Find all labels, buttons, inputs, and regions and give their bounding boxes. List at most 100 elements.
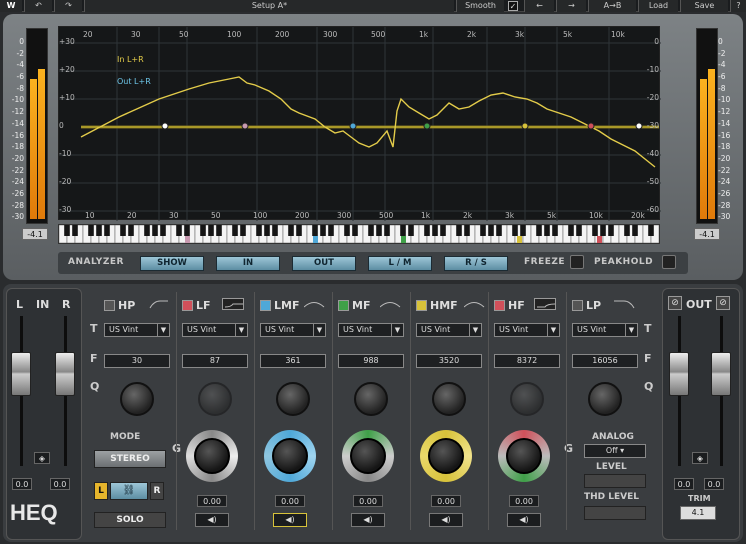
- band-hp-enable[interactable]: [104, 300, 115, 311]
- piano-keys[interactable]: [58, 224, 660, 244]
- piano-black-key[interactable]: [576, 225, 582, 236]
- piano-black-key[interactable]: [568, 225, 574, 236]
- piano-black-key[interactable]: [480, 225, 486, 236]
- bell-shape-icon[interactable]: [464, 298, 486, 310]
- undo-icon[interactable]: ↶: [24, 0, 52, 12]
- input-value-r[interactable]: 0.0: [50, 478, 70, 490]
- piano-black-key[interactable]: [440, 225, 446, 236]
- high-shelf-shape-icon[interactable]: [534, 298, 556, 310]
- piano-black-key[interactable]: [184, 225, 190, 236]
- band-mf-q-knob[interactable]: [354, 382, 388, 416]
- band-lf-enable[interactable]: [182, 300, 193, 311]
- band-lp-type-select[interactable]: US Vint ▼: [572, 323, 638, 337]
- band-lf-freq[interactable]: 87: [182, 354, 248, 368]
- eq-graph[interactable]: In L+R Out L+R 20 30 50 100 200 300 500 1k 2k 3k 5…: [58, 26, 661, 221]
- piano-black-key[interactable]: [552, 225, 558, 236]
- band-lf-gain-value[interactable]: 0.00: [197, 495, 227, 507]
- piano-black-key[interactable]: [144, 225, 150, 236]
- output-link-icon[interactable]: ◈: [692, 452, 708, 464]
- freeze-toggle[interactable]: [570, 255, 584, 269]
- piano-black-key[interactable]: [176, 225, 182, 236]
- smooth-checkbox[interactable]: ✓: [508, 1, 518, 11]
- analyzer-show-button[interactable]: SHOW: [140, 256, 204, 271]
- band-lp-enable[interactable]: [572, 300, 583, 311]
- band-lmf-q-knob[interactable]: [276, 382, 310, 416]
- ab-compare-button[interactable]: A→B: [588, 0, 636, 12]
- eq-graph-svg[interactable]: [59, 27, 661, 221]
- next-setup-button[interactable]: →: [556, 0, 586, 12]
- output-phase-l-icon[interactable]: ⊘: [668, 296, 682, 310]
- piano-black-key[interactable]: [200, 225, 206, 236]
- band-lmf-freq[interactable]: 361: [260, 354, 326, 368]
- load-button[interactable]: Load: [638, 0, 678, 12]
- piano-black-key[interactable]: [424, 225, 430, 236]
- input-value-l[interactable]: 0.0: [12, 478, 32, 490]
- mode-r-button[interactable]: R: [150, 482, 164, 500]
- output-fader-l[interactable]: [669, 352, 689, 396]
- piano-black-key[interactable]: [384, 225, 390, 236]
- setup-name[interactable]: Setup A*: [84, 0, 454, 12]
- piano-black-key[interactable]: [496, 225, 502, 236]
- piano-black-key[interactable]: [488, 225, 494, 236]
- piano-black-key[interactable]: [520, 225, 526, 236]
- help-icon[interactable]: ?: [730, 0, 746, 12]
- output-fader-r[interactable]: [711, 352, 731, 396]
- piano-black-key[interactable]: [240, 225, 246, 236]
- band-hf-enable[interactable]: [494, 300, 505, 311]
- band-hf-gain-value[interactable]: 0.00: [509, 495, 539, 507]
- band-hf-q-knob[interactable]: [510, 382, 544, 416]
- piano-black-key[interactable]: [96, 225, 102, 236]
- band-lf-q-knob[interactable]: [198, 382, 232, 416]
- peakhold-toggle[interactable]: [662, 255, 676, 269]
- band-node-hmf[interactable]: [521, 122, 529, 130]
- piano-black-key[interactable]: [648, 225, 654, 236]
- piano-black-key[interactable]: [536, 225, 542, 236]
- piano-black-key[interactable]: [216, 225, 222, 236]
- band-hf-speaker-icon[interactable]: ◀): [507, 513, 541, 527]
- input-link-icon[interactable]: ◈: [34, 452, 50, 464]
- piano-black-key[interactable]: [432, 225, 438, 236]
- input-fader-r[interactable]: [55, 352, 75, 396]
- analyzer-out-button[interactable]: OUT: [292, 256, 356, 271]
- piano-keyboard[interactable]: [58, 224, 660, 244]
- band-lf-speaker-icon[interactable]: ◀): [195, 513, 229, 527]
- piano-black-key[interactable]: [624, 225, 630, 236]
- piano-black-key[interactable]: [128, 225, 134, 236]
- piano-black-key[interactable]: [120, 225, 126, 236]
- band-hmf-gain-knob[interactable]: [420, 430, 472, 482]
- band-hp-q-knob[interactable]: [120, 382, 154, 416]
- piano-black-key[interactable]: [152, 225, 158, 236]
- band-hmf-gain-value[interactable]: 0.00: [431, 495, 461, 507]
- band-hmf-type-select[interactable]: US Vint ▼: [416, 323, 482, 337]
- piano-black-key[interactable]: [376, 225, 382, 236]
- piano-black-key[interactable]: [368, 225, 374, 236]
- piano-black-key[interactable]: [264, 225, 270, 236]
- piano-black-key[interactable]: [312, 225, 318, 236]
- analyzer-in-button[interactable]: IN: [216, 256, 280, 271]
- lowpass-shape-icon[interactable]: [614, 298, 636, 310]
- piano-black-key[interactable]: [544, 225, 550, 236]
- band-hp-type-select[interactable]: US Vint ▼: [104, 323, 170, 337]
- highpass-shape-icon[interactable]: [148, 298, 170, 310]
- piano-black-key[interactable]: [64, 225, 70, 236]
- bell-shape-icon[interactable]: [304, 298, 326, 310]
- band-node-hf[interactable]: [587, 122, 595, 130]
- band-lmf-type-select[interactable]: US Vint ▼: [260, 323, 326, 337]
- band-hf-freq[interactable]: 8372: [494, 354, 560, 368]
- redo-icon[interactable]: ↷: [54, 0, 82, 12]
- piano-black-key[interactable]: [408, 225, 414, 236]
- waves-logo-icon[interactable]: W: [0, 0, 22, 12]
- band-lp-q-knob[interactable]: [588, 382, 622, 416]
- piano-black-key[interactable]: [72, 225, 78, 236]
- band-hf-type-select[interactable]: US Vint ▼: [494, 323, 560, 337]
- band-node-lf[interactable]: [241, 122, 249, 130]
- piano-black-key[interactable]: [608, 225, 614, 236]
- band-node-hp[interactable]: [161, 122, 169, 130]
- band-hmf-freq[interactable]: 3520: [416, 354, 482, 368]
- band-lmf-gain-value[interactable]: 0.00: [275, 495, 305, 507]
- piano-black-key[interactable]: [592, 225, 598, 236]
- analyzer-lm-button[interactable]: L / M: [368, 256, 432, 271]
- band-lf-gain-knob[interactable]: [186, 430, 238, 482]
- piano-black-key[interactable]: [288, 225, 294, 236]
- output-value-l[interactable]: 0.0: [674, 478, 694, 490]
